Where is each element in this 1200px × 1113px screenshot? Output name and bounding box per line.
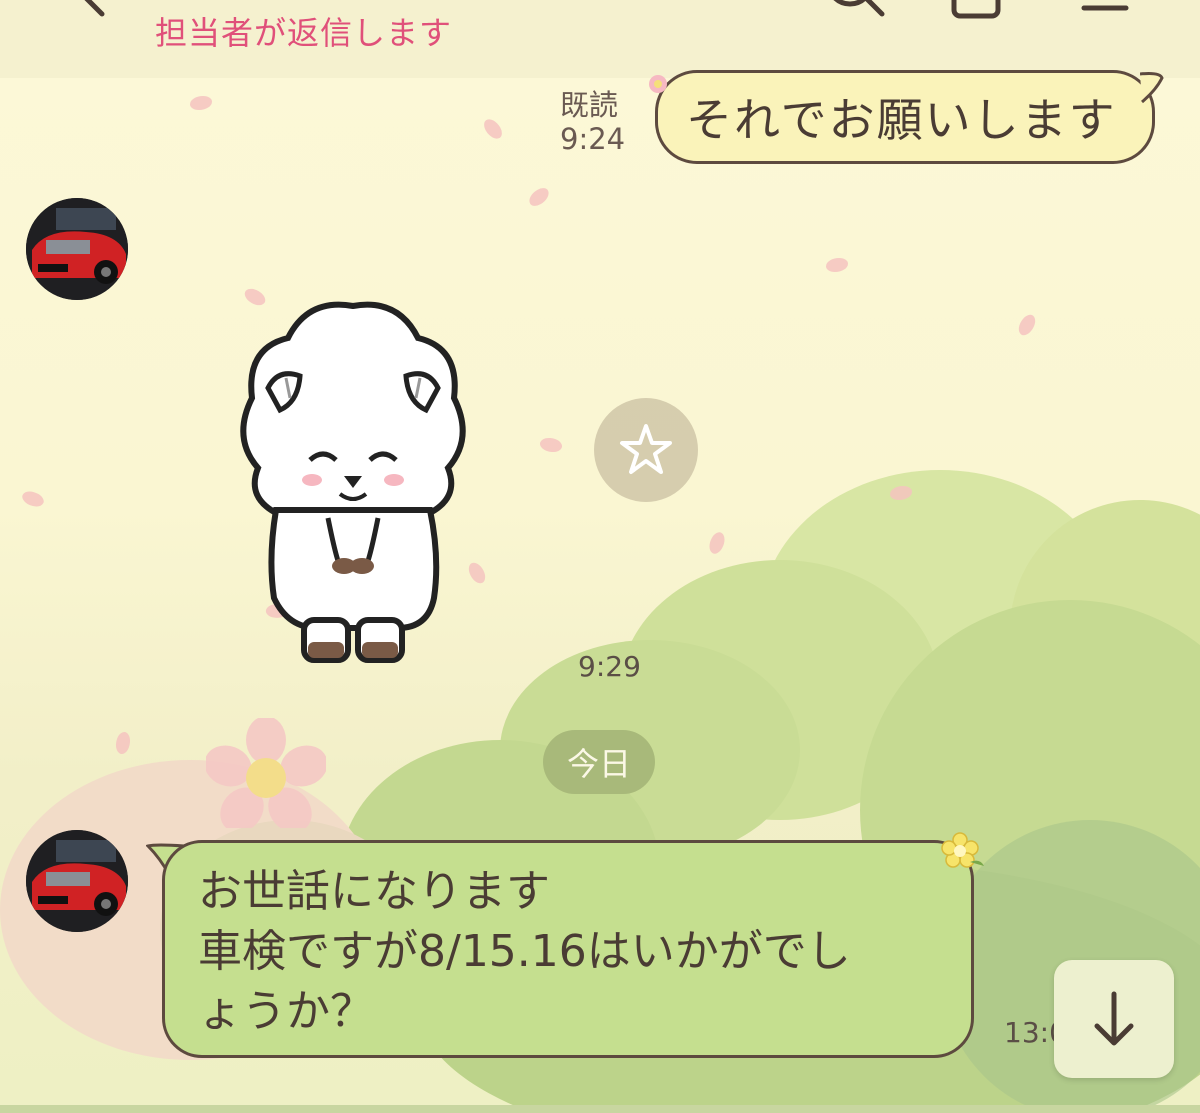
chat-header: 担当者が返信します bbox=[0, 0, 1200, 78]
sheep-bowing-sticker[interactable] bbox=[228, 298, 478, 670]
star-icon bbox=[620, 424, 672, 474]
message-text: お世話になります 車検ですが8/15.16はいかがでし ょうか？ bbox=[198, 866, 851, 1037]
date-divider: 今日 bbox=[543, 730, 655, 794]
header-subtitle: 担当者が返信します bbox=[155, 14, 453, 52]
red-car-avatar-icon bbox=[26, 198, 128, 300]
avatar[interactable] bbox=[26, 198, 128, 300]
search-icon[interactable] bbox=[820, 0, 890, 26]
message-text: それでお願いします bbox=[686, 93, 1117, 147]
arrow-down-icon bbox=[1094, 991, 1134, 1046]
message-time: 9:29 bbox=[578, 650, 641, 683]
scroll-to-bottom-button[interactable] bbox=[1054, 960, 1174, 1078]
avatar[interactable] bbox=[26, 830, 128, 932]
back-icon[interactable] bbox=[64, 0, 114, 20]
input-bar-edge bbox=[0, 1105, 1200, 1113]
menu-icon[interactable] bbox=[1080, 0, 1130, 26]
sakura-flower-decoration bbox=[206, 718, 326, 828]
red-car-avatar-icon bbox=[26, 830, 128, 932]
calendar-icon[interactable] bbox=[948, 0, 1008, 26]
favorite-sticker-button[interactable] bbox=[594, 398, 698, 502]
read-receipt: 既読 bbox=[560, 88, 619, 122]
bubble-tail bbox=[1140, 72, 1164, 104]
message-time: 9:24 bbox=[560, 122, 626, 156]
flower-decoration-icon bbox=[649, 75, 667, 93]
